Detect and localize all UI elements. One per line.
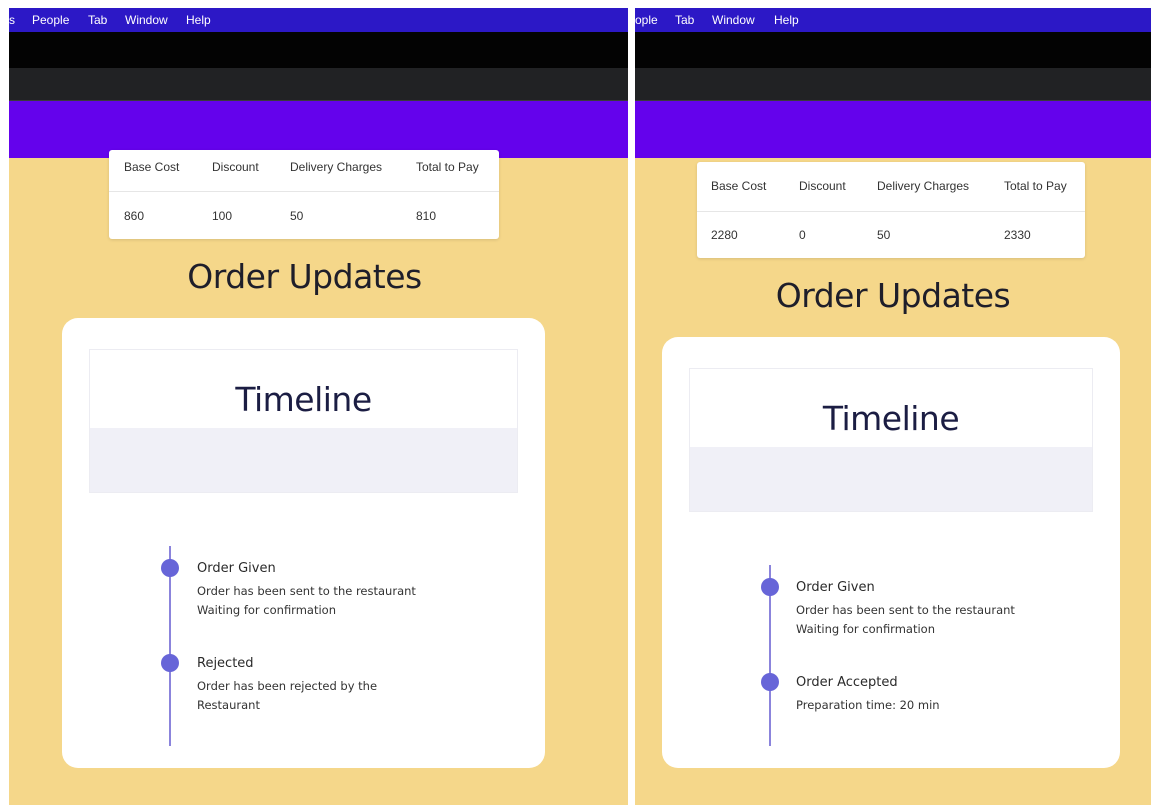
order-updates-heading: Order Updates xyxy=(775,276,1011,315)
event-title: Order Given xyxy=(197,561,276,576)
menu-item-partial[interactable]: s xyxy=(9,13,15,27)
browser-tab-strip xyxy=(635,32,1151,68)
event-title: Order Accepted xyxy=(796,675,898,690)
header-base-cost: Base Cost xyxy=(711,179,767,193)
value-base-cost: 2280 xyxy=(711,228,738,242)
timeline-header: Timeline xyxy=(689,368,1093,512)
header-delivery-charges: Delivery Charges xyxy=(290,160,383,174)
timeline-dot xyxy=(161,654,179,672)
event-description: Restaurant xyxy=(197,698,260,712)
order-updates-card: Timeline Order Given Order has been sent… xyxy=(662,337,1120,768)
timeline-dot xyxy=(761,578,779,596)
header-discount: Discount xyxy=(212,160,259,174)
menu-item-tab[interactable]: Tab xyxy=(88,13,107,27)
right-window: ople Tab Window Help Base Cost Discount … xyxy=(635,8,1151,805)
menu-item-tab[interactable]: Tab xyxy=(675,13,694,27)
menu-item-help[interactable]: Help xyxy=(774,13,799,27)
header-total-to-pay: Total to Pay xyxy=(1004,179,1067,193)
table-divider xyxy=(697,211,1085,212)
cost-summary-card: Base Cost Discount Delivery Charges Tota… xyxy=(697,162,1085,258)
event-description: Order has been rejected by the xyxy=(197,679,378,693)
menu-bar: ople Tab Window Help xyxy=(635,8,1151,32)
event-description: Order has been sent to the restaurant xyxy=(796,603,1015,617)
app-header xyxy=(635,101,1151,158)
menu-item-help[interactable]: Help xyxy=(186,13,211,27)
menu-bar: s People Tab Window Help xyxy=(9,8,628,32)
browser-tab-strip xyxy=(9,32,628,68)
value-total-to-pay: 2330 xyxy=(1004,228,1031,242)
timeline-dot xyxy=(161,559,179,577)
event-title: Rejected xyxy=(197,656,254,671)
cost-summary-card: Base Cost Discount Delivery Charges Tota… xyxy=(109,150,499,239)
table-divider xyxy=(109,191,499,192)
menu-item-people[interactable]: People xyxy=(32,13,69,27)
event-description: Waiting for confirmation xyxy=(197,603,336,617)
value-delivery-charges: 50 xyxy=(290,209,304,223)
timeline-header-band xyxy=(90,428,517,492)
header-discount: Discount xyxy=(799,179,846,193)
left-window: s People Tab Window Help Base Cost Disco… xyxy=(9,8,628,805)
header-base-cost: Base Cost xyxy=(124,160,180,174)
timeline-header-band xyxy=(690,447,1092,511)
header-total-to-pay: Total to Pay xyxy=(416,160,479,174)
menu-item-people-partial[interactable]: ople xyxy=(635,13,658,27)
timeline-dot xyxy=(761,673,779,691)
menu-item-window[interactable]: Window xyxy=(712,13,755,27)
value-discount: 0 xyxy=(799,228,806,242)
header-delivery-charges: Delivery Charges xyxy=(877,179,970,193)
value-discount: 100 xyxy=(212,209,233,223)
event-description: Preparation time: 20 min xyxy=(796,698,940,712)
timeline-title: Timeline xyxy=(235,380,372,419)
browser-toolbar xyxy=(635,68,1151,101)
menu-item-window[interactable]: Window xyxy=(125,13,168,27)
event-title: Order Given xyxy=(796,580,875,595)
event-description: Order has been sent to the restaurant xyxy=(197,584,416,598)
value-total-to-pay: 810 xyxy=(416,209,437,223)
order-updates-heading: Order Updates xyxy=(187,257,422,296)
browser-toolbar xyxy=(9,68,628,101)
timeline-title: Timeline xyxy=(822,399,960,438)
timeline-header: Timeline xyxy=(89,349,518,493)
order-updates-card: Timeline Order Given Order has been sent… xyxy=(62,318,545,768)
value-base-cost: 860 xyxy=(124,209,145,223)
value-delivery-charges: 50 xyxy=(877,228,891,242)
event-description: Waiting for confirmation xyxy=(796,622,935,636)
